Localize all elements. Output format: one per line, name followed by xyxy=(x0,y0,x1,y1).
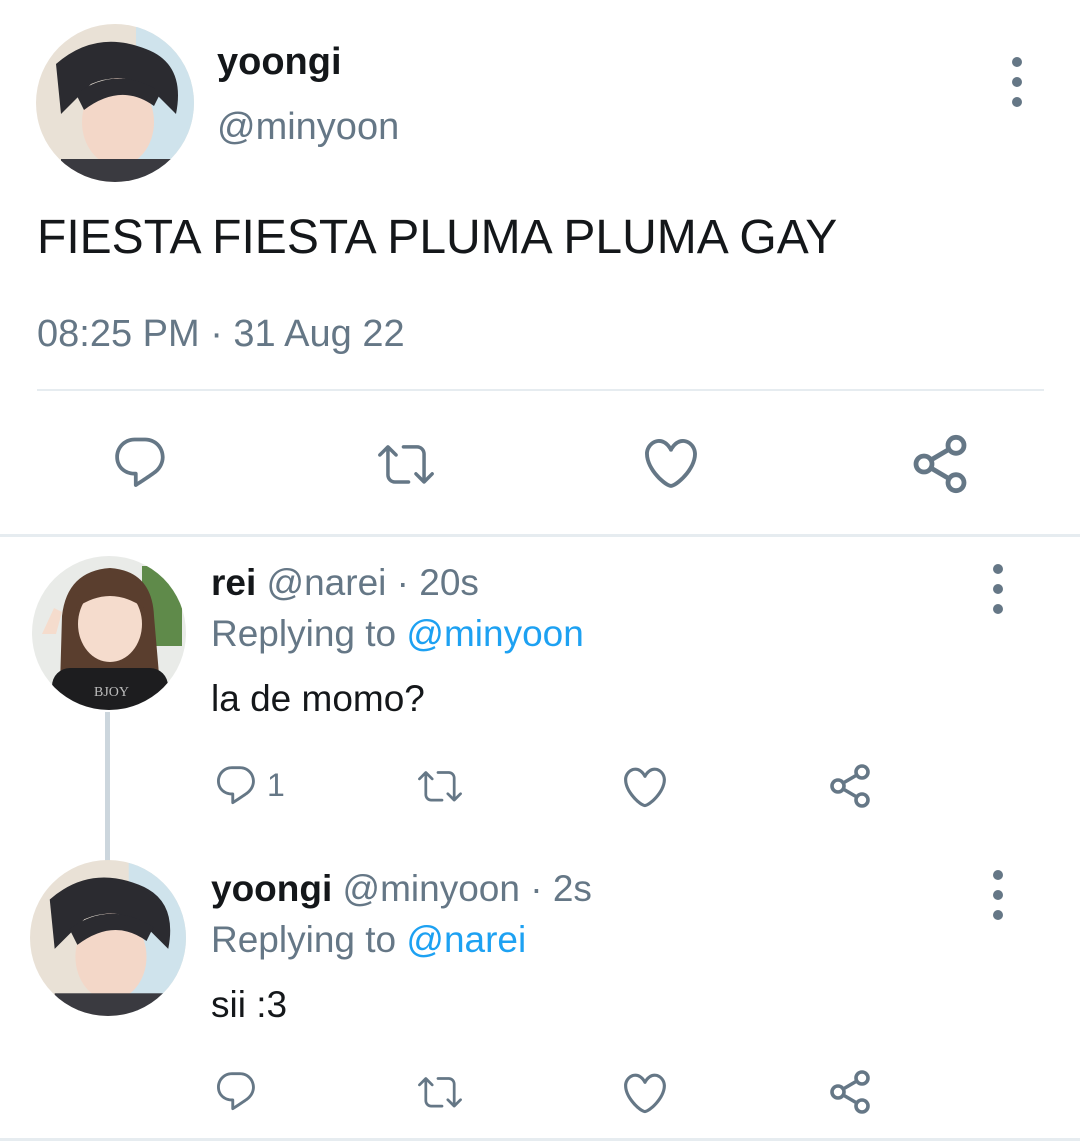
reply-time: · 2s xyxy=(530,868,592,909)
retweet-button[interactable] xyxy=(412,764,468,808)
reply-more-button[interactable] xyxy=(983,564,1013,614)
tweet-more-button[interactable] xyxy=(1002,57,1032,107)
reply-button[interactable] xyxy=(110,432,170,492)
avatar-reply-rei[interactable]: BJOY xyxy=(32,556,186,710)
like-button[interactable] xyxy=(620,762,670,812)
reply-icon xyxy=(213,762,259,808)
reply-button[interactable]: 1 xyxy=(213,762,285,808)
divider xyxy=(0,1138,1080,1141)
reply-icon xyxy=(213,1068,259,1114)
reply-author-handle[interactable]: @minyoon xyxy=(343,868,520,909)
reply-more-button[interactable] xyxy=(983,870,1013,920)
more-vertical-icon xyxy=(993,870,1003,880)
reply-icon xyxy=(110,432,170,492)
avatar-reply-rei-image: BJOY xyxy=(32,556,186,710)
like-icon xyxy=(620,1068,670,1118)
avatar-main-image xyxy=(36,24,194,182)
share-button[interactable] xyxy=(826,762,874,810)
retweet-button[interactable] xyxy=(412,1070,468,1114)
share-icon xyxy=(908,432,972,496)
like-icon xyxy=(640,432,702,494)
share-icon xyxy=(826,762,874,810)
reply-button[interactable] xyxy=(213,1068,259,1114)
retweet-icon xyxy=(412,1070,468,1114)
tweet-author-name[interactable]: yoongi xyxy=(217,40,342,84)
reply-author-name[interactable]: yoongi xyxy=(211,868,332,909)
tweet-author-handle[interactable]: @minyoon xyxy=(217,105,399,149)
share-button[interactable] xyxy=(908,432,972,496)
tweet-timestamp: 08:25 PM · 31 Aug 22 xyxy=(37,313,405,355)
avatar-main[interactable] xyxy=(36,24,194,182)
reply-header: rei @narei · 20s xyxy=(211,561,479,605)
thread-line xyxy=(105,712,110,862)
shirt-text: BJOY xyxy=(94,685,129,700)
share-button[interactable] xyxy=(826,1068,874,1116)
reply-text: la de momo? xyxy=(211,678,425,719)
more-vertical-icon xyxy=(1012,57,1022,67)
divider xyxy=(37,389,1044,391)
more-vertical-icon xyxy=(993,564,1003,574)
replying-to-link[interactable]: @minyoon xyxy=(406,613,583,654)
reply-count: 1 xyxy=(267,766,285,803)
replying-to-link[interactable]: @narei xyxy=(406,919,526,960)
retweet-icon xyxy=(373,436,439,492)
like-button[interactable] xyxy=(620,1068,670,1118)
replying-to: Replying to @minyoon xyxy=(211,612,584,656)
reply-author-handle[interactable]: @narei xyxy=(267,562,387,603)
retweet-button[interactable] xyxy=(373,436,439,492)
avatar-reply-yoongi-image xyxy=(30,860,186,1016)
replying-prefix: Replying to xyxy=(211,919,397,960)
replying-to: Replying to @narei xyxy=(211,918,526,962)
like-button[interactable] xyxy=(640,432,702,494)
avatar-reply-yoongi[interactable] xyxy=(30,860,186,1016)
reply-time: · 20s xyxy=(396,562,479,603)
like-icon xyxy=(620,762,670,812)
reply-author-name[interactable]: rei xyxy=(211,562,256,603)
replying-prefix: Replying to xyxy=(211,613,397,654)
reply-header: yoongi @minyoon · 2s xyxy=(211,867,592,911)
share-icon xyxy=(826,1068,874,1116)
reply-text: sii :3 xyxy=(211,984,288,1025)
retweet-icon xyxy=(412,764,468,808)
divider xyxy=(0,534,1080,537)
tweet-text: FIESTA FIESTA PLUMA PLUMA GAY xyxy=(37,211,838,264)
